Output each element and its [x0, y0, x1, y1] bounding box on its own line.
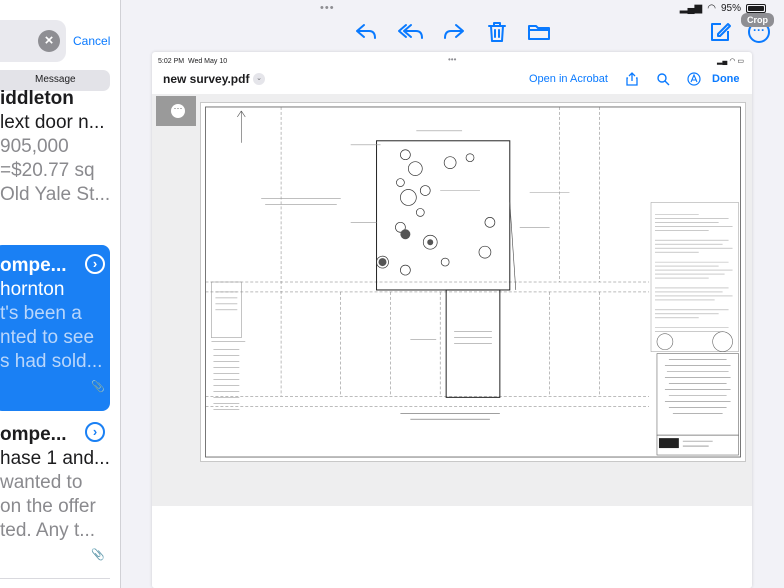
message-subject: hornton — [0, 279, 65, 300]
inner-status-time: 5:02 PM Wed May 10 — [158, 58, 227, 65]
mail-list-pane: × Cancel Message iddleton lext door n...… — [0, 0, 121, 588]
pdf-bottom-area — [152, 506, 752, 588]
row-separator — [0, 578, 110, 579]
survey-drawing — [200, 102, 746, 462]
open-in-acrobat-link: Open in Acrobat — [529, 73, 608, 85]
message-subject: lext door n... — [0, 112, 105, 133]
message-sender: iddleton — [0, 88, 74, 109]
pdf-page-area: ··· — [152, 94, 752, 506]
message-preview: s had sold... — [0, 351, 103, 372]
search-input[interactable]: × — [0, 20, 66, 62]
attached-screenshot[interactable]: 5:02 PM Wed May 10 ••• ▂▄ ◠ ▭ new survey… — [152, 52, 752, 588]
message-preview: wanted to — [0, 472, 83, 493]
message-preview: Old Yale St... — [0, 184, 111, 205]
reply-all-icon[interactable] — [397, 20, 425, 44]
title-menu-chevron-icon: ⌄ — [253, 73, 265, 85]
message-preview: nted to see — [0, 327, 95, 348]
list-item[interactable]: ompe... hase 1 and... wanted to on the o… — [0, 423, 120, 543]
done-button: Done — [712, 73, 740, 85]
markup-icon — [687, 72, 701, 86]
message-preview: =$20.77 sq — [0, 160, 95, 181]
list-item[interactable]: iddleton lext door n... 905,000 =$20.77 … — [0, 87, 120, 207]
battery-percent: 95% — [720, 3, 741, 14]
clear-search-icon[interactable]: × — [38, 30, 60, 52]
list-item-selected[interactable]: ompe... hornton t's been a nted to see s… — [0, 254, 120, 374]
inner-time: 5:02 PM — [158, 58, 185, 65]
thread-chevron-icon[interactable]: › — [85, 422, 105, 442]
message-preview: on the offer — [0, 496, 96, 517]
compose-icon[interactable] — [708, 20, 732, 44]
thumbnail-more-icon: ··· — [171, 104, 185, 118]
trash-icon[interactable] — [485, 20, 509, 44]
message-preview: 905,000 — [0, 136, 69, 157]
message-preview: ted. Any t... — [0, 520, 96, 541]
message-preview: t's been a — [0, 303, 82, 324]
pdf-file-title: new survey.pdf — [163, 72, 250, 86]
reply-icon[interactable] — [354, 20, 378, 44]
cancel-button[interactable]: Cancel — [73, 34, 110, 48]
inner-multitask-icon: ••• — [448, 55, 457, 64]
message-subject: hase 1 and... — [0, 448, 110, 469]
inner-date: Wed May 10 — [187, 58, 228, 65]
forward-icon[interactable] — [442, 20, 466, 44]
multitasking-handle-icon[interactable]: ••• — [320, 2, 335, 14]
search-scope-label: Message — [35, 74, 76, 85]
attachment-icon: 📎 — [91, 549, 105, 561]
screen: × Cancel Message iddleton lext door n...… — [0, 0, 784, 588]
crop-tooltip: Crop — [741, 13, 774, 27]
folder-icon[interactable] — [527, 20, 551, 44]
page-thumbnail: ··· — [156, 96, 196, 126]
battery-icon — [746, 4, 766, 13]
search-icon — [657, 73, 670, 86]
signal-icon: ▂▄▆ — [679, 3, 703, 14]
message-viewer: ••• ▂▄▆ ◠ 95% ··· Crop 5:02 PM Wed May 1… — [122, 0, 784, 588]
attachment-icon: 📎 — [91, 381, 105, 393]
inner-status-icons: ▂▄ ◠ ▭ — [717, 58, 744, 65]
thread-chevron-icon[interactable]: › — [85, 254, 105, 274]
share-icon — [626, 72, 638, 86]
wifi-icon: ◠ — [707, 3, 716, 14]
